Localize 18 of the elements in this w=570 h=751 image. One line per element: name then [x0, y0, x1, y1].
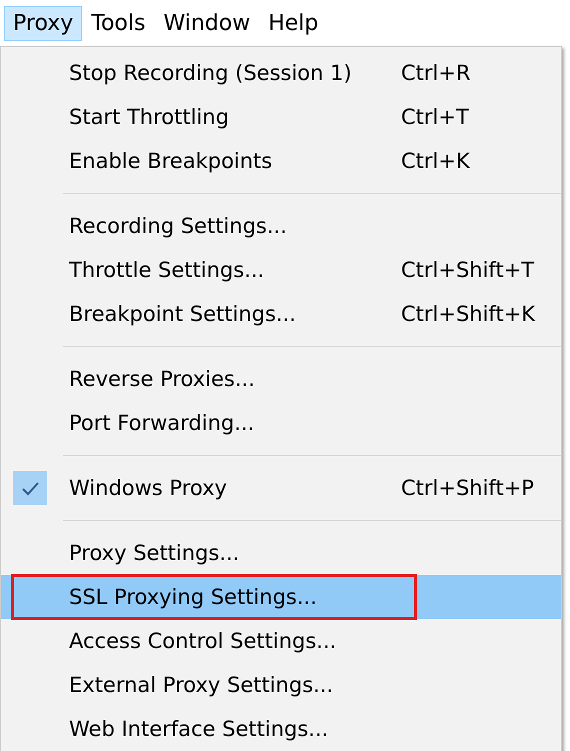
menu-item[interactable]: Stop Recording (Session 1) Ctrl+R: [1, 51, 561, 95]
menu-item[interactable]: Start Throttling Ctrl+T: [1, 95, 561, 139]
menu-item[interactable]: SSL Proxying Settings...: [1, 575, 561, 619]
menu-item[interactable]: Proxy Settings...: [1, 531, 561, 575]
menu-item[interactable]: Port Forwarding...: [1, 401, 561, 445]
menu-item[interactable]: External Proxy Settings...: [1, 663, 561, 707]
menu-bar-item[interactable]: Help: [259, 6, 328, 40]
menu-item[interactable]: Web Interface Settings...: [1, 707, 561, 751]
menu-item[interactable]: Recording Settings...: [1, 204, 561, 248]
menu-item[interactable]: Throttle Settings... Ctrl+Shift+T: [1, 248, 561, 292]
menu-item[interactable]: Windows Proxy Ctrl+Shift+P: [1, 466, 561, 510]
menu-bar-item[interactable]: Tools: [82, 6, 154, 40]
menu-item[interactable]: Enable Breakpoints Ctrl+K: [1, 139, 561, 183]
menu-item[interactable]: Breakpoint Settings... Ctrl+Shift+K: [1, 292, 561, 336]
menu-item[interactable]: Access Control Settings...: [1, 619, 561, 663]
menu-bar-item[interactable]: Proxy: [4, 6, 82, 40]
menu-item[interactable]: Reverse Proxies...: [1, 357, 561, 401]
menu-bar-item[interactable]: Window: [154, 6, 260, 40]
